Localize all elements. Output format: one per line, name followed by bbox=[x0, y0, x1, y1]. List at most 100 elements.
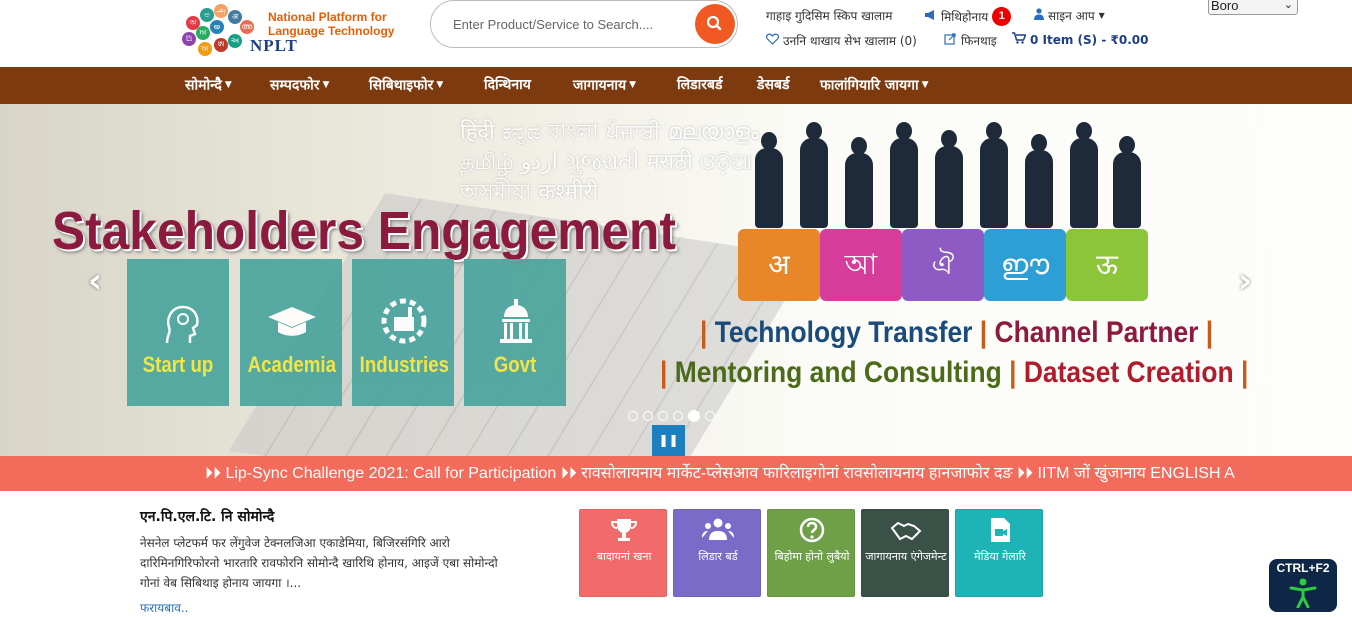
logo-line1: National Platform for bbox=[268, 10, 387, 24]
indian-scripts-background: हिंदी ಕನ್ನಡ বাংলা ਪੰਜਾਬੀ മലയാളം தமிழ் ار… bbox=[460, 120, 760, 205]
logo-script-circle: ଅ bbox=[182, 32, 196, 46]
stakeholder-tile-academia: Academia bbox=[240, 259, 342, 406]
carousel-dot[interactable] bbox=[643, 411, 653, 421]
quick-tile-label: बादायनां खना bbox=[596, 550, 652, 563]
cart-icon bbox=[1012, 32, 1027, 47]
factory-gear-icon bbox=[381, 298, 427, 344]
nav-item-6[interactable]: लिडारबर्ड bbox=[677, 67, 722, 104]
about-heading: एन.पि.एल.टि. नि सोमोन्दै bbox=[140, 509, 275, 525]
chevron-right-icon: › bbox=[1237, 261, 1252, 301]
chevron-down-icon: ▼ bbox=[1098, 11, 1105, 20]
graduation-cap-icon bbox=[268, 307, 316, 336]
accessibility-icon bbox=[1289, 578, 1317, 608]
puzzle-piece: ঐ bbox=[902, 229, 984, 301]
startup-head-icon bbox=[165, 305, 199, 344]
tile-label: Industries bbox=[359, 352, 450, 377]
nav-item-label: सोमोन्दै bbox=[185, 77, 222, 94]
carousel-next-button[interactable]: › bbox=[1230, 264, 1260, 298]
services-line-2: | Mentoring and Consulting | Dataset Cre… bbox=[660, 356, 1249, 389]
quick-tile-label: मेडिया गेलारि bbox=[974, 550, 1026, 563]
nav-item-label: डेसबर्ड bbox=[757, 77, 790, 93]
hero-carousel: हिंदी ಕನ್ನಡ বাংলা ਪੰਜਾਬੀ മലയാളം தமிழ் ار… bbox=[0, 104, 1352, 456]
nav-item-4[interactable]: दिन्थिनाय bbox=[484, 67, 531, 104]
nplt-logo[interactable]: অಅஅअഅଅਅఅਅཨઅ National Platform for Langua… bbox=[178, 2, 408, 58]
notifications-label: मिथिहोनाय bbox=[941, 10, 989, 24]
quick-tile-label: जागायनाय एंगेजमेन्ट bbox=[865, 550, 947, 563]
cart-label: 0 Item (S) - ₹0.00 bbox=[1030, 32, 1149, 47]
nav-item-1[interactable]: सोमोन्दै ▼ bbox=[185, 67, 232, 104]
stakeholder-tile-industries: Industries bbox=[352, 259, 454, 406]
top-bar: অಅஅअഅଅਅఅਅཨઅ National Platform for Langua… bbox=[0, 0, 1352, 67]
logo-script-circle: ਅ bbox=[196, 26, 210, 40]
nav-item-label: दिन्थिनाय bbox=[484, 77, 531, 93]
pause-icon: ❚❚ bbox=[658, 433, 679, 447]
stakeholder-tile-startup: Start up bbox=[127, 259, 229, 406]
trophy-icon bbox=[610, 519, 638, 541]
government-building-icon bbox=[500, 299, 532, 343]
wishlist-label: उननि थाखाय सेभ खालाम (0) bbox=[783, 34, 917, 48]
search-icon bbox=[706, 15, 722, 31]
logo-script-circle: అ bbox=[210, 20, 224, 34]
nav-item-3[interactable]: सिबिथाइफोर ▼ bbox=[369, 67, 443, 104]
chevron-down-icon: ▼ bbox=[629, 80, 637, 90]
video-file-icon bbox=[991, 518, 1010, 542]
compare-label: फिनथाइ bbox=[961, 34, 997, 48]
nav-item-5[interactable]: जागायनाय ▼ bbox=[573, 67, 636, 104]
quick-tile-3[interactable]: बिहोमा होनो लुबैयो bbox=[767, 509, 855, 597]
puzzle-piece: ഈ bbox=[984, 229, 1066, 301]
tile-label: Start up bbox=[142, 352, 214, 377]
carousel-prev-button[interactable]: ‹ bbox=[80, 264, 110, 298]
carousel-dot[interactable] bbox=[658, 411, 668, 421]
search-box bbox=[430, 0, 738, 48]
chevron-down-icon: ▼ bbox=[322, 80, 330, 90]
tile-label: Govt bbox=[493, 352, 537, 377]
nav-item-label: सम्पदफोर bbox=[270, 77, 320, 94]
quick-tile-5[interactable]: मेडिया गेलारि bbox=[955, 509, 1043, 597]
nav-item-label: सिबिथाइफोर bbox=[369, 77, 434, 94]
puzzle-piece: ऊ bbox=[1066, 229, 1148, 301]
carousel-dot[interactable] bbox=[628, 411, 638, 421]
ticker-text[interactable]: ⏵⏵ Lip-Sync Challenge 2021: Call for Par… bbox=[205, 456, 1235, 491]
nav-item-2[interactable]: सम्पदफोर ▼ bbox=[270, 67, 329, 104]
logo-script-circle: അ bbox=[240, 20, 254, 34]
quick-tile-1[interactable]: बादायनां खना bbox=[579, 509, 667, 597]
nav-item-label: जागायनाय bbox=[573, 77, 627, 94]
quick-tile-4[interactable]: जागायनाय एंगेजमेन्ट bbox=[861, 509, 949, 597]
news-ticker: ⏵⏵ Lip-Sync Challenge 2021: Call for Par… bbox=[0, 456, 1352, 491]
chevron-left-icon: ‹ bbox=[87, 261, 102, 301]
carousel-dot[interactable] bbox=[673, 411, 683, 421]
cart-link[interactable]: 0 Item (S) - ₹0.00 bbox=[1012, 32, 1148, 47]
logo-script-circle: அ bbox=[214, 4, 228, 18]
logo-script-circle: ਅ bbox=[198, 42, 212, 56]
wishlist-link[interactable]: उननि थाखाय सेभ खालाम (0) bbox=[765, 32, 917, 49]
nav-item-7[interactable]: डेसबर्ड bbox=[757, 67, 789, 104]
carousel-pause-button[interactable]: ❚❚ bbox=[652, 425, 685, 456]
logo-script-circle: ཨ bbox=[214, 38, 228, 52]
notifications-link[interactable]: मिथिहोनाय 1 bbox=[924, 7, 1012, 26]
carousel-dot[interactable] bbox=[705, 411, 715, 421]
language-select[interactable]: Boro ⌄ bbox=[1208, 0, 1298, 15]
customer-support-link[interactable]: गाहाइ गुदिसिम स्किप खालाम bbox=[766, 7, 892, 24]
hero-title: Stakeholders Engagement bbox=[52, 201, 676, 261]
search-button[interactable] bbox=[695, 4, 735, 44]
about-text: नेसनेल प्लेटफर्म फर लेंगुवेज टेक्नलजिआ ए… bbox=[140, 536, 498, 590]
chevron-down-icon: ⌄ bbox=[1283, 0, 1293, 11]
puzzle-piece: আ bbox=[820, 229, 902, 301]
compare-link[interactable]: फिनथाइ bbox=[944, 32, 997, 49]
business-people-illustration bbox=[745, 122, 1145, 228]
logo-script-circle: अ bbox=[228, 10, 242, 24]
tile-label: Academia bbox=[247, 352, 337, 377]
compare-icon bbox=[944, 33, 957, 48]
carousel-dot[interactable] bbox=[688, 410, 700, 422]
nav-item-8[interactable]: फालांगियारि जायगा ▼ bbox=[820, 67, 929, 104]
accessibility-widget[interactable]: CTRL+F2 bbox=[1269, 559, 1337, 612]
heart-icon bbox=[765, 33, 780, 48]
quick-tile-2[interactable]: लिडार बर्ड bbox=[673, 509, 761, 597]
handshake-icon bbox=[890, 521, 922, 541]
read-more-link[interactable]: फरायबाव.. bbox=[140, 599, 189, 616]
carousel-indicators bbox=[628, 410, 715, 422]
question-icon bbox=[799, 517, 825, 543]
signup-menu[interactable]: साइन आप ▼ bbox=[1034, 7, 1105, 24]
search-input[interactable] bbox=[453, 14, 683, 34]
main-nav: सोमोन्दै ▼ सम्पदफोर ▼ सिबिथाइफोर ▼ दिन्थिनाय जा… bbox=[0, 67, 1352, 104]
